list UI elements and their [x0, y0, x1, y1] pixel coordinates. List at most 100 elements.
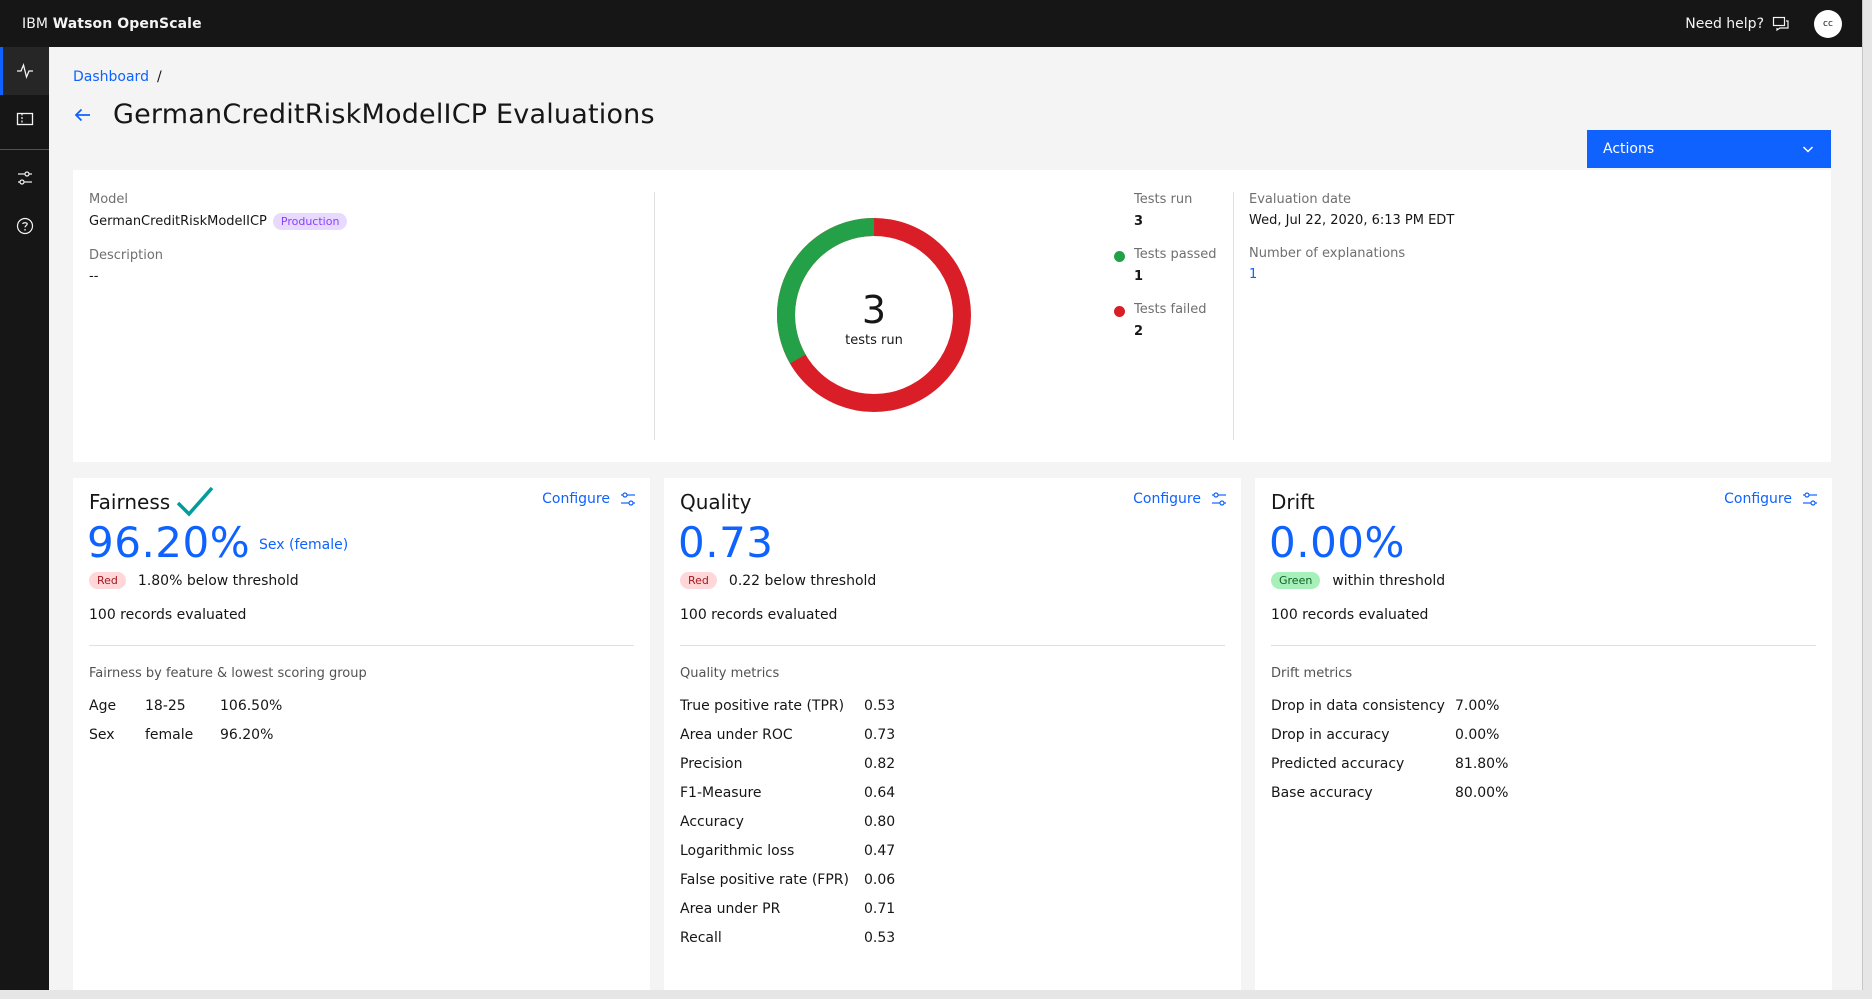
fairness-configure-link[interactable]: Configure: [542, 491, 636, 507]
need-help-link[interactable]: Need help?: [1685, 16, 1764, 32]
sidebar-item-explain[interactable]: [0, 95, 49, 143]
sidebar-item-configure[interactable]: [0, 154, 49, 202]
brand-product: Watson OpenScale: [52, 15, 202, 32]
eval-date-value: Wed, Jul 22, 2020, 6:13 PM EDT: [1249, 213, 1455, 228]
breadcrumb-dashboard-link[interactable]: Dashboard: [73, 69, 149, 85]
sidebar-item-help[interactable]: [0, 202, 49, 250]
evaluation-summary: Model GermanCreditRiskModelICP Production…: [73, 170, 1831, 462]
actions-dropdown[interactable]: Actions: [1587, 130, 1831, 168]
summary-divider-2: [1233, 192, 1234, 440]
table-row: Area under ROC 0.73: [680, 720, 895, 749]
sidebar-item-insights[interactable]: [0, 47, 49, 95]
sidebar-divider: [0, 149, 49, 150]
breadcrumb-separator: /: [156, 69, 162, 85]
avatar[interactable]: cc: [1814, 9, 1842, 38]
table-row: Accuracy 0.80: [680, 807, 895, 836]
drift-metrics-table: Drop in data consistency 7.00% Drop in ac…: [1271, 691, 1508, 807]
tests-run-value: 3: [1134, 214, 1144, 229]
drift-configure-link[interactable]: Configure: [1724, 491, 1818, 507]
checkmark-icon: [176, 486, 214, 517]
tests-run: Tests run 3: [1134, 192, 1234, 229]
table-row: False positive rate (FPR) 0.06: [680, 865, 895, 894]
metric-name: Predicted accuracy: [1271, 755, 1405, 772]
donut-caption: tests run: [845, 332, 903, 348]
metric-name: False positive rate (FPR): [680, 871, 849, 888]
side-nav: [0, 47, 49, 990]
drift-card: Drift Configure 0.00% Green within thres…: [1255, 478, 1832, 990]
tests-failed: Tests failed 2: [1114, 302, 1234, 339]
score-cell: 96.20%: [220, 726, 274, 743]
explanations-link[interactable]: 1: [1249, 267, 1454, 282]
drift-title: Drift: [1271, 490, 1315, 514]
records-evaluated: 100 records evaluated: [1271, 607, 1429, 623]
chat-icon[interactable]: [1772, 15, 1790, 33]
help-icon: [16, 217, 33, 235]
metric-value: 0.64: [864, 784, 896, 801]
fairness-feature-link[interactable]: Sex (female): [259, 537, 348, 553]
donut-center: 3 tests run: [776, 217, 972, 413]
status-text: 1.80% below threshold: [137, 572, 299, 589]
card-divider: [89, 645, 634, 646]
section-label: Drift metrics: [1271, 666, 1353, 681]
status-text: within threshold: [1332, 572, 1446, 589]
actions-label: Actions: [1603, 141, 1655, 157]
metric-value: 80.00%: [1455, 784, 1509, 801]
window-edge: [1862, 0, 1872, 999]
metric-value: 7.00%: [1455, 697, 1500, 714]
tests-passed-label: Tests passed: [1134, 247, 1217, 262]
quality-score[interactable]: 0.73: [678, 518, 774, 567]
group-cell: female: [145, 726, 194, 743]
metric-value: 0.82: [864, 755, 896, 772]
metric-name: Accuracy: [680, 813, 744, 830]
title-row: GermanCreditRiskModelICP Evaluations: [73, 99, 655, 130]
section-label: Quality metrics: [680, 666, 780, 681]
tests-passed: Tests passed 1: [1114, 247, 1234, 284]
fairness-score[interactable]: 96.20%: [87, 518, 250, 567]
metric-value: 0.53: [864, 697, 896, 714]
back-arrow-icon[interactable]: [73, 105, 93, 125]
drift-score[interactable]: 0.00%: [1269, 518, 1405, 567]
records-evaluated: 100 records evaluated: [89, 607, 247, 623]
ticket-icon: [16, 112, 33, 126]
chevron-down-icon: [1802, 146, 1814, 153]
quality-metrics-table: True positive rate (TPR) 0.53 Area under …: [680, 691, 895, 952]
metric-name: Base accuracy: [1271, 784, 1373, 801]
configure-label: Configure: [542, 491, 610, 507]
breadcrumb: Dashboard /: [73, 69, 162, 85]
configure-label: Configure: [1724, 491, 1792, 507]
metric-name: Precision: [680, 755, 743, 772]
configure-sliders-icon: [1803, 492, 1817, 506]
page-title: GermanCreditRiskModelICP Evaluations: [113, 99, 655, 130]
status-badge: Red: [680, 572, 717, 589]
metric-name: F1-Measure: [680, 784, 762, 801]
table-row: F1-Measure 0.64: [680, 778, 895, 807]
summary-divider: [654, 192, 655, 440]
metric-value: 0.80: [864, 813, 896, 830]
table-row: Predicted accuracy 81.80%: [1271, 749, 1508, 778]
table-row: Precision 0.82: [680, 749, 895, 778]
description-value: --: [89, 269, 99, 284]
quality-configure-link[interactable]: Configure: [1133, 491, 1227, 507]
feature-cell: Sex: [89, 726, 115, 743]
configure-sliders-icon: [621, 492, 635, 506]
tests-failed-label: Tests failed: [1134, 302, 1207, 317]
production-tag: Production: [272, 213, 348, 230]
explanations-label: Number of explanations: [1249, 246, 1406, 261]
table-row: Drop in accuracy 0.00%: [1271, 720, 1508, 749]
status-text: 0.22 below threshold: [728, 572, 877, 589]
records-evaluated: 100 records evaluated: [680, 607, 838, 623]
tests-failed-value: 2: [1134, 324, 1144, 339]
model-value: GermanCreditRiskModelICP Production: [89, 213, 649, 230]
failed-dot-icon: [1114, 306, 1125, 317]
metric-value: 0.47: [864, 842, 896, 859]
settings-sliders-icon: [17, 171, 32, 185]
metric-name: Drop in data consistency: [1271, 697, 1445, 714]
score-cell: 106.50%: [220, 697, 283, 714]
app-brand[interactable]: IBM Watson OpenScale: [22, 16, 202, 32]
table-row: Recall 0.53: [680, 923, 895, 952]
metric-value: 0.00%: [1455, 726, 1500, 743]
configure-label: Configure: [1133, 491, 1201, 507]
header-actions: Need help? cc: [1685, 9, 1842, 38]
status-badge: Red: [89, 572, 126, 589]
fairness-card: Fairness Configure 96.20% Sex (female) R…: [73, 478, 650, 990]
